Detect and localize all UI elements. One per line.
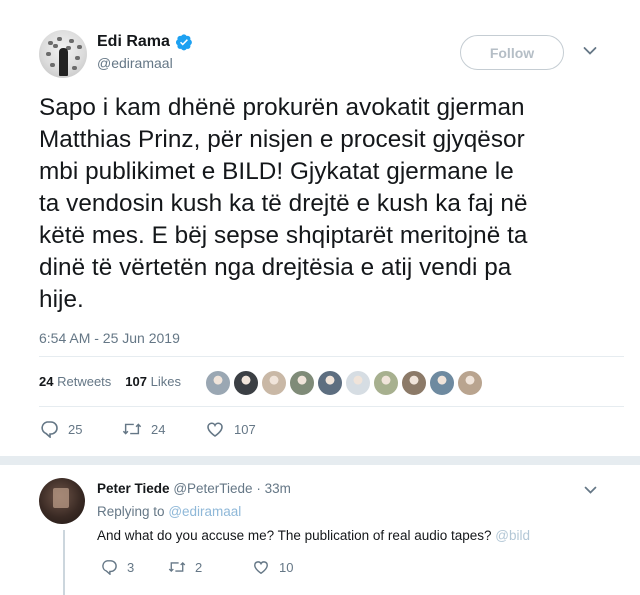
liker-avatar[interactable] [317,370,343,396]
tweet-text: Sapo i kam dhënë prokurën avokatit gjerm… [39,92,619,316]
retweet-count: 2 [195,559,203,575]
reply-count: 25 [68,421,83,437]
retweets-stat[interactable]: 24 Retweets [39,374,111,389]
like-count: 10 [279,559,294,575]
follow-button[interactable]: Follow [460,35,564,70]
tweet-text-line: ta vendosin kush ka të drejtë e kush ka … [39,190,528,217]
reply-author-avatar[interactable] [39,478,85,524]
divider [39,356,624,357]
reply-text-mention[interactable]: @bild [495,528,530,543]
divider [39,406,624,407]
liker-avatar[interactable] [205,370,231,396]
tweet-stats: 24 Retweets 107 Likes [39,374,181,389]
likes-count: 107 [125,374,147,389]
reply-author-handle[interactable]: @PeterTiede [173,481,252,496]
author-handle[interactable]: @ediramaal [97,55,173,71]
retweet-count: 24 [151,421,166,437]
section-separator [0,456,640,465]
tweet-text-line: Matthias Prinz, për nisjen e procesit gj… [39,126,525,153]
chevron-down-icon[interactable] [583,46,597,56]
tweet-text-line: hije. [39,286,84,313]
main-tweet: Edi Rama @ediramaal Follow Sapo i kam dh… [0,0,640,455]
reply-text-body: And what do you accuse me? The publicati… [97,528,492,543]
liker-avatar[interactable] [345,370,371,396]
author-avatar[interactable] [39,30,87,78]
liker-avatar[interactable] [457,370,483,396]
reply-header: Peter Tiede @PeterTiede · 33m [97,481,291,496]
replying-mention[interactable]: @ediramaal [168,504,241,519]
heart-icon [254,561,268,575]
liker-avatar[interactable] [233,370,259,396]
heart-icon [207,422,223,437]
chevron-down-icon[interactable] [584,486,597,495]
reply-actions: 3 2 10 [100,559,293,575]
liker-avatar[interactable] [289,370,315,396]
retweet-icon [122,423,142,435]
tweet-text-line: mbi publikimet e BILD! Gjykatat gjermane… [39,158,514,185]
retweet-button[interactable]: 2 [168,559,252,575]
verified-badge-icon [175,34,192,51]
retweet-button[interactable]: 24 [122,420,205,438]
retweet-icon [168,561,186,573]
like-button[interactable]: 107 [205,420,256,438]
reply-button[interactable]: 25 [39,420,122,438]
replying-to: Replying to @ediramaal [97,504,241,519]
reply-text: And what do you accuse me? The publicati… [97,528,530,543]
reply-author-name[interactable]: Peter Tiede [97,481,170,496]
replying-label: Replying to [97,504,165,519]
likes-stat[interactable]: 107 Likes [125,374,181,389]
likes-label: Likes [150,374,181,389]
retweets-count: 24 [39,374,54,389]
reply-tweet[interactable]: Peter Tiede @PeterTiede · 33m Replying t… [0,465,640,595]
author-name[interactable]: Edi Rama [97,33,170,51]
reply-icon [102,560,117,575]
reply-time[interactable]: · 33m [256,481,291,496]
tweet-text-line: këtë mes. E bëj sepse shqiptarët meritoj… [39,222,528,249]
reply-icon [41,421,58,438]
reply-button[interactable]: 3 [100,559,168,575]
tweet-text-line: Sapo i kam dhënë prokurën avokatit gjerm… [39,94,525,121]
tweet-actions: 25 24 107 [39,420,256,438]
retweets-label: Retweets [57,374,112,389]
tweet-timestamp[interactable]: 6:54 AM - 25 Jun 2019 [39,330,180,346]
liker-avatar[interactable] [373,370,399,396]
author-name-row[interactable]: Edi Rama [97,33,193,51]
like-count: 107 [234,421,256,437]
reply-count: 3 [127,559,135,575]
like-button[interactable]: 10 [252,559,293,575]
thread-line [63,530,65,595]
liker-avatars [205,370,483,396]
liker-avatar[interactable] [429,370,455,396]
tweet-text-line: dinë të vërtetën nga drejtësia e atij ve… [39,254,512,281]
liker-avatar[interactable] [401,370,427,396]
liker-avatar[interactable] [261,370,287,396]
